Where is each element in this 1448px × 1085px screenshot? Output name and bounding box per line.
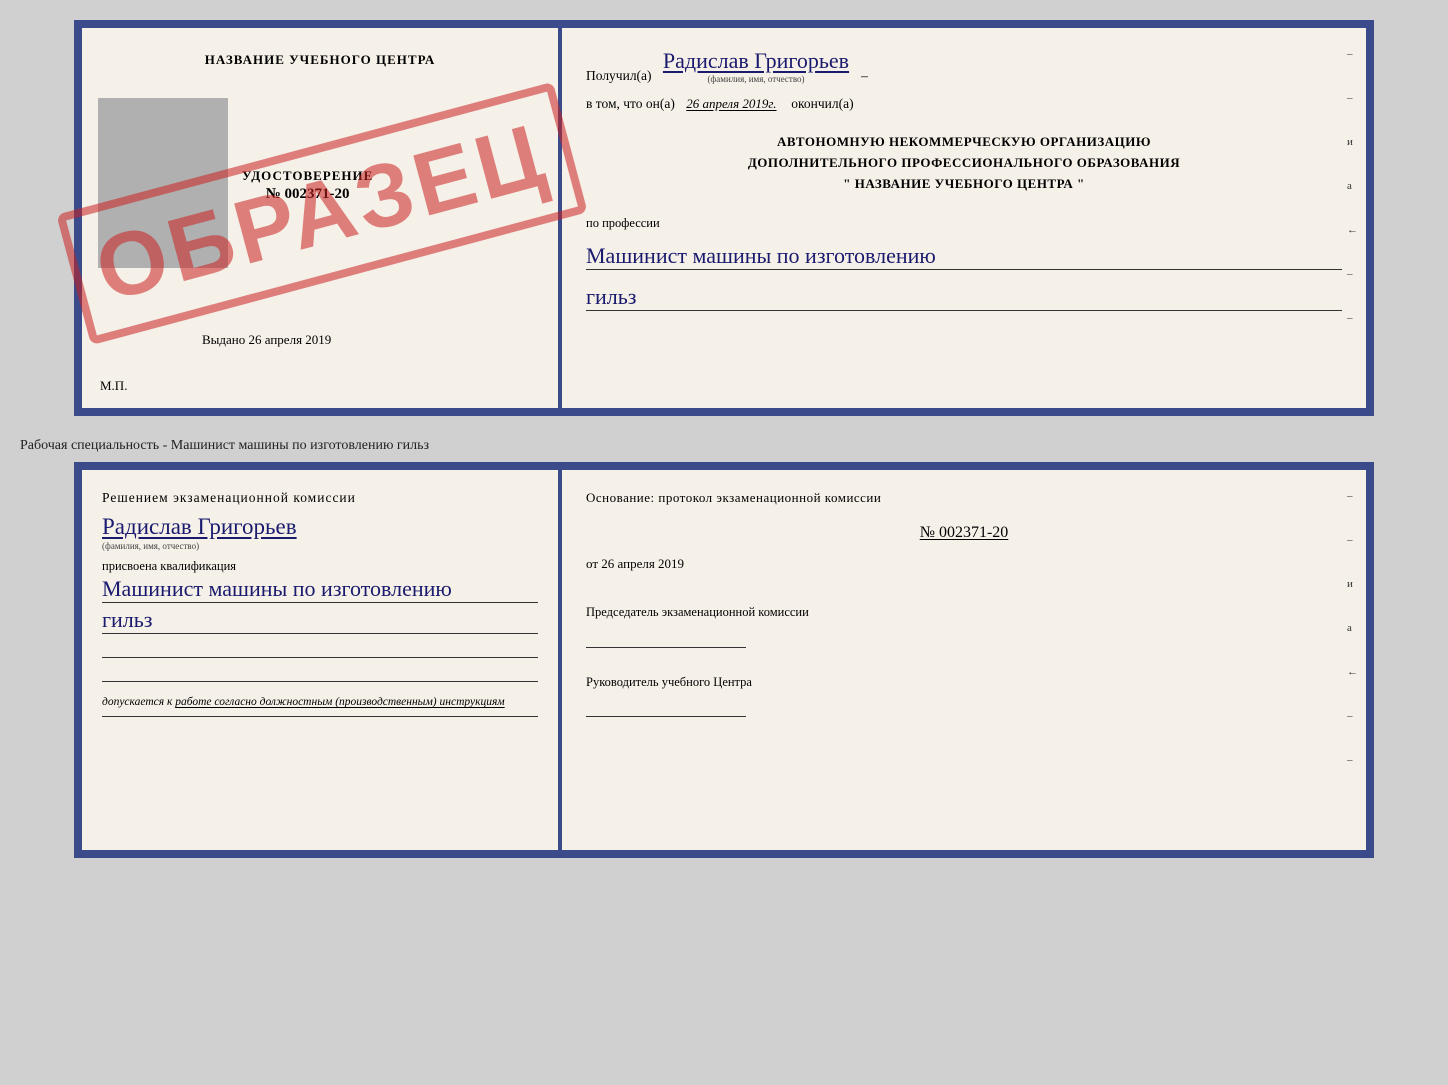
profession-line2: гильз bbox=[586, 284, 1342, 311]
blank-line-2 bbox=[102, 662, 538, 682]
bottom-profession-line2: гильз bbox=[102, 607, 538, 634]
course-date: 26 апреля 2019г. bbox=[686, 96, 776, 112]
predsedatel-label: Председатель экзаменационной комиссии bbox=[586, 604, 1342, 622]
dopuskaetsya-text: работе согласно должностным (производств… bbox=[175, 696, 504, 708]
udostoverenie-number: № 002371-20 bbox=[242, 186, 373, 203]
recipient-name-block: Радислав Григорьев (фамилия, имя, отчест… bbox=[663, 48, 849, 84]
poluchil-row: Получил(а) Радислав Григорьев (фамилия, … bbox=[586, 48, 1342, 84]
rukovoditel-block: Руководитель учебного Центра bbox=[586, 674, 1342, 718]
right-dash1-b: – bbox=[1347, 490, 1358, 502]
top-doc-right: Получил(а) Радислав Григорьев (фамилия, … bbox=[562, 28, 1366, 408]
vydano-date: 26 апреля 2019 bbox=[249, 332, 332, 347]
vydano-label: Выдано bbox=[202, 332, 245, 347]
bottom-doc-left: Решением экзаменационной комиссии Радисл… bbox=[82, 470, 562, 850]
separator-text: Рабочая специальность - Машинист машины … bbox=[20, 438, 429, 454]
udostoverenie-block: УДОСТОВЕРЕНИЕ № 002371-20 bbox=[242, 168, 373, 203]
right-dash2-b: – bbox=[1347, 534, 1358, 546]
vydano-block: Выдано 26 апреля 2019 bbox=[202, 332, 331, 348]
osnov-number: № 002371-20 bbox=[586, 524, 1342, 542]
right-dash4-b: – bbox=[1347, 754, 1358, 766]
org-line3: " НАЗВАНИЕ УЧЕБНОГО ЦЕНТРА " bbox=[586, 174, 1342, 195]
vtom-row: в том, что он(а) 26 апреля 2019г. окончи… bbox=[586, 96, 1342, 112]
right-letter-i-b: и bbox=[1347, 578, 1358, 590]
rukovoditel-line bbox=[586, 697, 746, 717]
bottom-recipient-name: Радислав Григорьев bbox=[102, 514, 538, 540]
right-dash3: – bbox=[1347, 268, 1358, 280]
osnov-label: Основание: протокол экзаменационной коми… bbox=[586, 490, 1342, 506]
bottom-heading: Решением экзаменационной комиссии bbox=[102, 490, 538, 506]
right-dash1: – bbox=[1347, 48, 1358, 60]
mp-block: М.П. bbox=[100, 378, 127, 394]
profession-line1: Машинист машины по изготовлению bbox=[586, 243, 1342, 270]
okonchil-label: окончил(а) bbox=[791, 96, 853, 112]
right-dash4: – bbox=[1347, 312, 1358, 324]
dopuskaetsya-label: допускается к bbox=[102, 696, 172, 708]
rukovoditel-label: Руководитель учебного Центра bbox=[586, 674, 1342, 692]
organization-block: АВТОНОМНУЮ НЕКОММЕРЧЕСКУЮ ОРГАНИЗАЦИЮ ДО… bbox=[586, 132, 1342, 194]
right-decorations-bottom: – – и а ← – – bbox=[1347, 490, 1358, 766]
dopuskaetsya-block: допускается к работе согласно должностны… bbox=[102, 696, 538, 708]
right-letter-i: и bbox=[1347, 136, 1358, 148]
bottom-profession-line1: Машинист машины по изготовлению bbox=[102, 576, 538, 603]
bottom-fio-label: (фамилия, имя, отчество) bbox=[102, 541, 538, 551]
right-arrow: ← bbox=[1347, 224, 1358, 236]
vtom-label: в том, что он(а) bbox=[586, 96, 675, 112]
recipient-name: Радислав Григорьев bbox=[663, 48, 849, 73]
osnov-ot-label: от bbox=[586, 556, 598, 571]
top-left-header: НАЗВАНИЕ УЧЕБНОГО ЦЕНТРА bbox=[102, 52, 538, 68]
top-document: НАЗВАНИЕ УЧЕБНОГО ЦЕНТРА ОБРАЗЕЦ УДОСТОВ… bbox=[74, 20, 1374, 416]
bottom-left-separator bbox=[102, 716, 538, 717]
org-line2: ДОПОЛНИТЕЛЬНОГО ПРОФЕССИОНАЛЬНОГО ОБРАЗО… bbox=[586, 153, 1342, 174]
bottom-document: Решением экзаменационной комиссии Радисл… bbox=[74, 462, 1374, 858]
right-dash2: – bbox=[1347, 92, 1358, 104]
predsedatel-line bbox=[586, 628, 746, 648]
fio-label: (фамилия, имя, отчество) bbox=[663, 74, 849, 84]
right-letter-a: а bbox=[1347, 180, 1358, 192]
prisvoena-label: присвоена квалификация bbox=[102, 559, 538, 574]
right-decorations: – – и а ← – – bbox=[1347, 48, 1358, 324]
poluchil-label: Получил(а) bbox=[586, 68, 652, 84]
bottom-doc-right: Основание: протокол экзаменационной коми… bbox=[562, 470, 1366, 850]
org-line1: АВТОНОМНУЮ НЕКОММЕРЧЕСКУЮ ОРГАНИЗАЦИЮ bbox=[586, 132, 1342, 153]
top-doc-left: НАЗВАНИЕ УЧЕБНОГО ЦЕНТРА ОБРАЗЕЦ УДОСТОВ… bbox=[82, 28, 562, 408]
photo-placeholder bbox=[98, 98, 228, 268]
right-letter-a-b: а bbox=[1347, 622, 1358, 634]
po-professii-label: по профессии bbox=[586, 216, 1342, 231]
predsedatel-block: Председатель экзаменационной комиссии bbox=[586, 604, 1342, 648]
right-dash3-b: – bbox=[1347, 710, 1358, 722]
osnov-date-row: от 26 апреля 2019 bbox=[586, 556, 1342, 572]
right-arrow-b: ← bbox=[1347, 666, 1358, 678]
blank-line-1 bbox=[102, 638, 538, 658]
osnov-date: 26 апреля 2019 bbox=[601, 556, 684, 571]
udostoverenie-title: УДОСТОВЕРЕНИЕ bbox=[242, 168, 373, 184]
